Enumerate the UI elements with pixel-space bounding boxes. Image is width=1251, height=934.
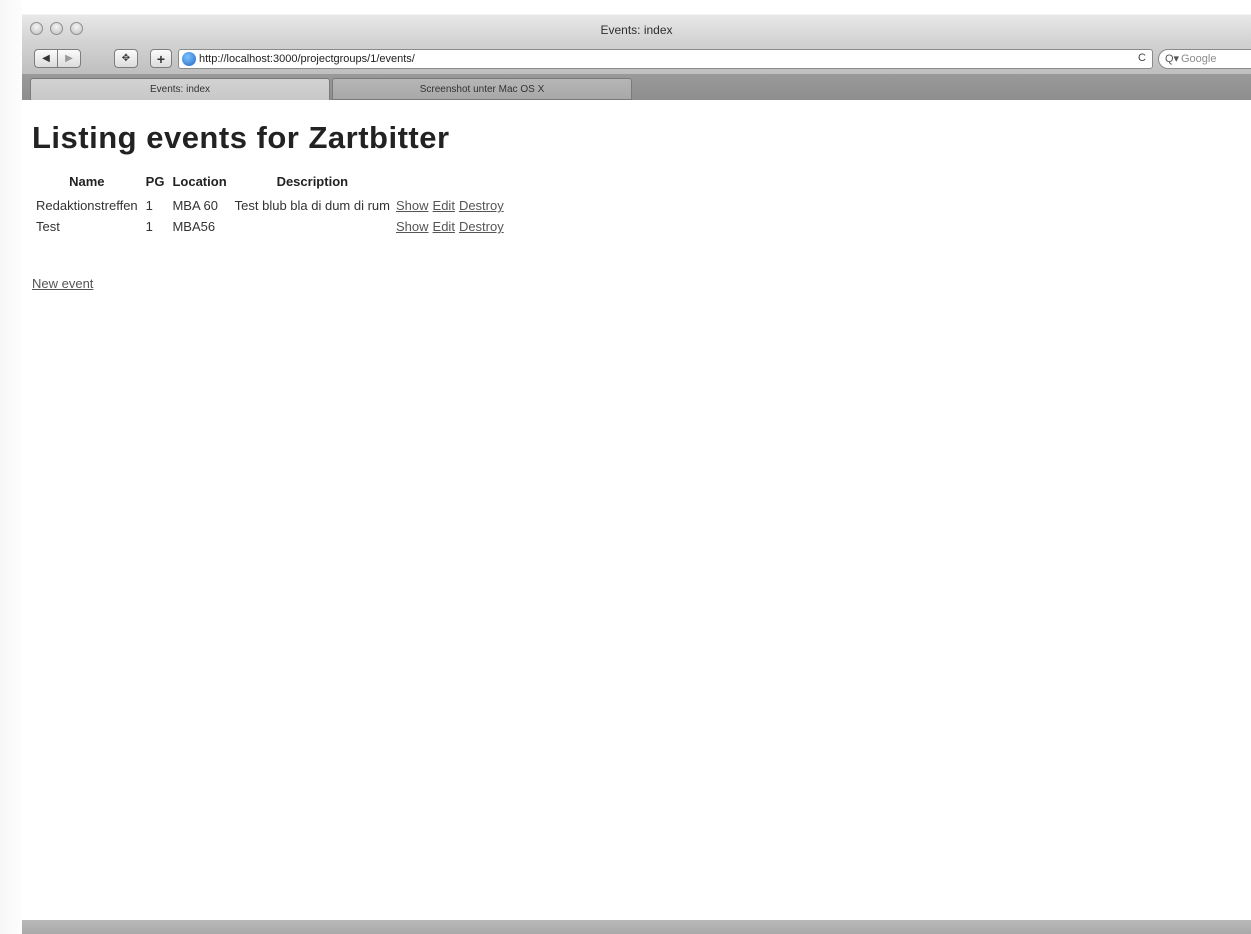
column-header-location: Location (172, 174, 227, 189)
desktop-edge (0, 0, 22, 934)
browser-window: Events: index ◀ ▶ ✥ + http://localhost:3… (22, 0, 1251, 934)
show-cell: Show (394, 195, 431, 216)
screenshot-frame: Events: index ◀ ▶ ✥ + http://localhost:3… (0, 0, 1251, 934)
plus-icon: + (156, 50, 166, 67)
destroy-link[interactable]: Destroy (459, 198, 504, 213)
tab-label: Screenshot unter Mac OS X (419, 83, 545, 95)
address-bar[interactable]: http://localhost:3000/projectgroups/1/ev… (178, 49, 1153, 69)
page-title: Listing events for Zartbitter (32, 120, 450, 155)
edit-cell: Edit (431, 195, 457, 216)
search-icon[interactable]: Q▾ (1165, 52, 1179, 65)
column-header-actions-edit (431, 174, 457, 195)
show-link[interactable]: Show (396, 219, 429, 234)
destroy-cell: Destroy (457, 216, 506, 237)
column-header-actions-destroy (457, 174, 506, 195)
tab-bar: Events: index Screenshot unter Mac OS X (22, 74, 1251, 100)
event-description: Test blub bla di dum di rum (234, 198, 390, 213)
back-button[interactable]: ◀ (34, 49, 58, 68)
compass-icon: ✥ (121, 53, 131, 64)
browser-toolbar: ◀ ▶ ✥ + http://localhost:3000/projectgro… (22, 44, 1251, 74)
events-table: Name PG Location Description Redaktionst… (32, 174, 506, 237)
status-bar (22, 920, 1251, 934)
forward-button[interactable]: ▶ (57, 49, 81, 68)
edit-link[interactable]: Edit (433, 219, 455, 234)
event-name: Test (36, 219, 60, 234)
title-bar: Events: index (22, 14, 1251, 45)
refresh-icon[interactable]: C (1138, 52, 1146, 64)
page-content: Listing events for Zartbitter Name PG Lo… (32, 104, 1242, 919)
forward-arrow-icon: ▶ (65, 53, 73, 64)
column-header-name: Name (69, 174, 105, 189)
tab-label: Events: index (149, 84, 211, 95)
event-location: MBA56 (172, 219, 216, 234)
globe-icon (182, 52, 196, 66)
show-cell: Show (394, 216, 431, 237)
event-name: Redaktionstreffen (36, 198, 138, 213)
search-placeholder: Google (1181, 53, 1217, 65)
show-link[interactable]: Show (396, 198, 429, 213)
table-row: Redaktionstreffen 1 MBA 60 Test blub bla… (32, 195, 506, 216)
table-row: Test 1 MBA56 Show Edit Destroy (32, 216, 506, 237)
back-arrow-icon: ◀ (42, 53, 50, 64)
column-header-description: Description (276, 174, 349, 189)
destroy-link[interactable]: Destroy (459, 219, 504, 234)
tab-screenshot[interactable]: Screenshot unter Mac OS X (332, 78, 632, 100)
edit-cell: Edit (431, 216, 457, 237)
browser-action-button[interactable]: ✥ (114, 49, 138, 68)
add-bookmark-button[interactable]: + (150, 49, 172, 68)
window-title: Events: index (600, 23, 673, 37)
column-header-pg: PG (145, 174, 165, 189)
destroy-cell: Destroy (457, 195, 506, 216)
new-event-link[interactable]: New event (32, 276, 93, 291)
event-pg: 1 (145, 198, 153, 213)
table-header-row: Name PG Location Description (32, 174, 506, 195)
search-field[interactable]: Q▾ Google (1158, 49, 1251, 69)
column-header-actions-show (394, 174, 431, 195)
tab-events-index[interactable]: Events: index (30, 78, 330, 100)
event-description (231, 216, 394, 237)
edit-link[interactable]: Edit (433, 198, 455, 213)
event-pg: 1 (145, 219, 153, 234)
event-location: MBA 60 (172, 198, 218, 213)
url-text[interactable]: http://localhost:3000/projectgroups/1/ev… (199, 53, 415, 65)
